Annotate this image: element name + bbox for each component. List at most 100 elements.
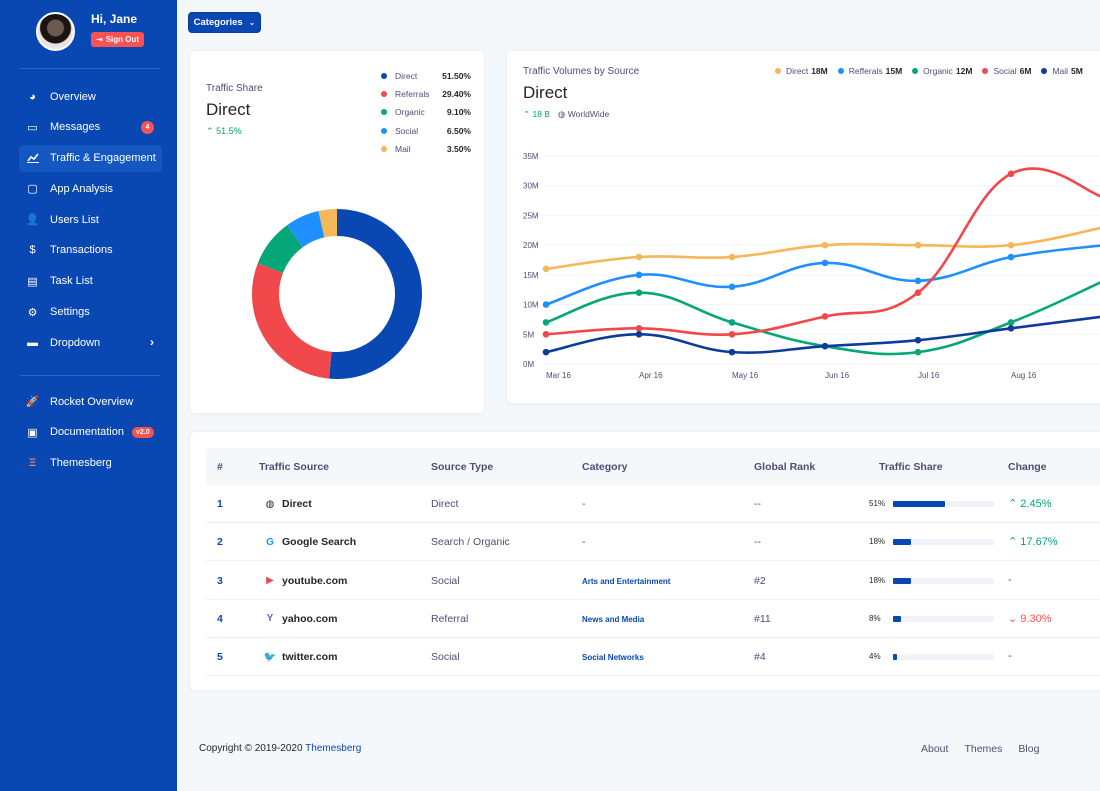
legend-item[interactable]: Mail 5M [1041,66,1083,76]
legend-item[interactable]: Mail 3.50% [381,140,471,158]
column-header[interactable]: Traffic Source [259,461,329,473]
card-title: Traffic Volumes by Source [523,66,640,77]
category[interactable]: Social Networks [582,653,644,662]
data-point-mail[interactable] [1007,325,1015,332]
sidebar-item-overview[interactable]: ◕ Overview [19,83,162,110]
data-point-mail[interactable] [635,330,643,338]
table-header: # Traffic Source Source Type Category Gl… [206,448,1100,485]
traffic-share-bar [893,654,994,661]
data-point-direct[interactable] [1007,241,1015,249]
data-point-social[interactable] [635,325,643,332]
column-header[interactable]: # [217,461,223,473]
sidebar-item-app-analysis[interactable]: ▢ App Analysis [19,175,162,202]
data-point-social[interactable] [542,330,550,338]
data-point-direct[interactable] [821,241,829,249]
data-point-social[interactable] [821,313,829,320]
data-point-organic[interactable] [728,319,736,326]
column-header[interactable]: Global Rank [754,461,815,473]
category[interactable]: News and Media [582,615,644,624]
legend-item[interactable]: Refferals 15M [837,66,902,76]
legend-item[interactable]: Organic 9.10% [381,103,471,121]
data-point-mail[interactable] [914,336,922,344]
legend-label: Referrals [395,89,430,100]
data-point-refferals[interactable] [1007,253,1015,261]
sidebar-item-users-list[interactable]: 👤 Users List [19,206,162,233]
source-type: Referral [431,612,469,625]
table-row[interactable]: 2 G Google Search Search / Organic - -- 18% ⌃ 1… [206,523,1100,562]
sidebar-item-traffic-engagement[interactable]: Traffic & Engagement [19,144,162,172]
footer-link-about[interactable]: About [921,743,948,755]
data-point-organic[interactable] [914,348,922,356]
column-header[interactable]: Source Type [431,461,493,473]
legend-item[interactable]: Social 6M [982,66,1031,76]
data-point-mail[interactable] [728,348,736,356]
donut-slice-referrals[interactable] [252,263,332,379]
table-row[interactable]: 4 Yyahoo.com Referral News and Media #11 8% ⌄ … [206,600,1100,638]
traffic-source[interactable]: 🐦 twitter.com [264,651,338,663]
traffic-source[interactable]: Yyahoo.com [264,613,338,625]
table-row[interactable]: 1 ◍ Direct Direct - -- 51% ⌃ 2.45% [206,485,1100,523]
sidebar-nav: ◕ Overview ▭ Messages 4 Traffic & Engage… [19,83,162,360]
donut-slice-direct[interactable] [329,209,422,379]
data-point-refferals[interactable] [635,271,643,279]
sign-out-button[interactable]: ⇥ Sign Out [91,32,145,47]
traffic-share-bar [893,615,994,622]
change-value: ⌃ 2.45% [1008,498,1052,510]
sidebar-item-task-list[interactable]: ▤ Task List [19,268,162,295]
sidebar-item-transactions[interactable]: $ Transactions [19,237,162,264]
traffic-share-value: 18% [869,537,886,547]
data-point-direct[interactable] [635,253,643,261]
table-row[interactable]: 3 ▶ youtube.com Social Arts and Entertainmen… [206,562,1100,600]
column-header[interactable]: Traffic Share [879,461,943,473]
legend-item[interactable]: Referrals 29.40% [381,85,471,103]
footer-link-themes[interactable]: Themes [964,743,1002,755]
data-point-social[interactable] [1007,170,1015,178]
sidebar-item-themesberg[interactable]: Ξ Themesberg [19,450,162,477]
legend-item[interactable]: Direct 51.50% [381,67,471,85]
traffic-source[interactable]: G Google Search [264,536,356,548]
column-header[interactable]: Category [582,461,628,473]
traffic-share-bar-fill [893,501,945,507]
sidebar-item-documentation[interactable]: ▣ Documentation v2.0 [19,419,162,446]
data-point-direct[interactable] [914,241,922,249]
data-point-refferals[interactable] [914,277,922,285]
series-line-social[interactable] [545,167,1100,336]
data-point-mail[interactable] [821,342,829,350]
sidebar-item-settings[interactable]: ⚙ Settings [19,299,162,326]
y-tick-label: 10M [523,301,539,310]
column-header[interactable]: Change [1008,461,1047,473]
chevron-up-icon: ⌃ [206,126,214,136]
traffic-source[interactable]: ▶ youtube.com [264,575,347,587]
yahoo-icon: Y [266,613,274,625]
data-point-direct[interactable] [542,265,550,273]
y-tick-label: 0M [523,360,534,369]
categories-dropdown-button[interactable]: Categories ⌄ [188,12,261,33]
legend-item[interactable]: Social 6.50% [381,122,471,140]
avatar[interactable] [36,12,75,51]
x-tick-label: Jun 16 [825,371,850,380]
source-name: Google Search [282,536,357,549]
data-point-refferals[interactable] [728,283,736,291]
table-row[interactable]: 5 🐦 twitter.com Social Social Networks #4 4% - [206,638,1100,677]
sidebar-item-rocket-overview[interactable]: 🚀 Rocket Overview [19,388,162,415]
sidebar-item-dropdown[interactable]: ▬ Dropdown › [19,329,162,356]
data-point-direct[interactable] [728,253,736,261]
category[interactable]: Arts and Entertainment [582,577,670,586]
data-point-refferals[interactable] [542,301,550,308]
legend-item[interactable]: Organic 12M [912,66,972,76]
data-point-social[interactable] [914,289,922,296]
traffic-source[interactable]: ◍ Direct [264,498,312,510]
sidebar-item-messages[interactable]: ▭ Messages 4 [19,114,162,141]
data-point-refferals[interactable] [821,259,829,267]
data-point-social[interactable] [728,330,736,338]
traffic-sources-table: # Traffic Source Source Type Category Gl… [189,431,1100,691]
data-point-mail[interactable] [542,348,550,356]
data-point-organic[interactable] [1007,319,1015,326]
region-text: WorldWide [567,109,610,119]
data-point-organic[interactable] [542,319,550,326]
brand-link[interactable]: Themesberg [305,743,361,754]
data-point-organic[interactable] [635,289,643,296]
sign-out-label: Sign Out [105,35,140,44]
footer-link-blog[interactable]: Blog [1018,743,1039,755]
legend-item[interactable]: Direct 18M [775,66,828,76]
